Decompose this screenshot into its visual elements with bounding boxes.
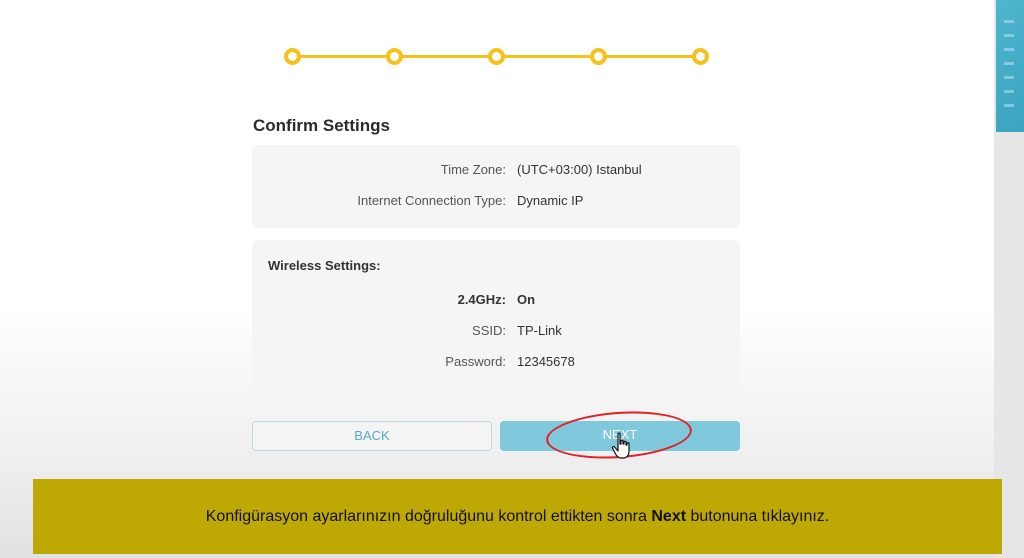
connection-type-value: Dynamic IP: [517, 193, 584, 208]
band-value: On: [517, 292, 536, 307]
password-label: Password:: [445, 354, 506, 369]
back-button[interactable]: BACK: [252, 421, 492, 451]
time-zone-label: Time Zone:: [440, 162, 506, 177]
step-dot-4: [590, 48, 607, 65]
connection-type-label: Internet Connection Type:: [357, 193, 506, 208]
step-dot-2: [386, 48, 403, 65]
hand-pointer-icon: [611, 432, 630, 459]
step-dot-3: [488, 48, 505, 65]
instruction-text-start: Konfigürasyon ayarlarınızın doğruluğunu …: [205, 507, 652, 525]
step-dot-1: [284, 48, 301, 65]
band-label: 2.4GHz:: [457, 292, 506, 307]
ssid-value: TP-Link: [517, 323, 562, 338]
page-title: Confirm Settings: [253, 116, 390, 135]
general-settings-panel: Time Zone: (UTC+03:00) Istanbul Internet…: [252, 145, 740, 228]
instruction-text: Konfigürasyon ayarlarınızın doğruluğunu …: [206, 508, 830, 526]
connection-type-row: Internet Connection Type: Dynamic IP: [252, 193, 740, 213]
instruction-text-end: butonuna tıklayınız.: [686, 507, 830, 525]
time-zone-row: Time Zone: (UTC+03:00) Istanbul: [252, 162, 740, 182]
password-row: Password: 12345678: [252, 354, 740, 374]
instruction-banner: Konfigürasyon ayarlarınızın doğruluğunu …: [33, 479, 1002, 554]
progress-stepper: [284, 48, 709, 65]
password-value: 12345678: [517, 354, 575, 369]
time-zone-value: (UTC+03:00) Istanbul: [517, 162, 642, 177]
right-accent-panel: [996, 0, 1024, 132]
band-row: 2.4GHz: On: [252, 292, 740, 312]
step-dot-5: [692, 48, 709, 65]
wireless-section-label: Wireless Settings:: [268, 258, 381, 273]
wireless-settings-panel: Wireless Settings: 2.4GHz: On SSID: TP-L…: [252, 240, 740, 390]
instruction-text-bold: Next: [651, 507, 687, 525]
ssid-label: SSID:: [472, 323, 506, 338]
ssid-row: SSID: TP-Link: [252, 323, 740, 343]
